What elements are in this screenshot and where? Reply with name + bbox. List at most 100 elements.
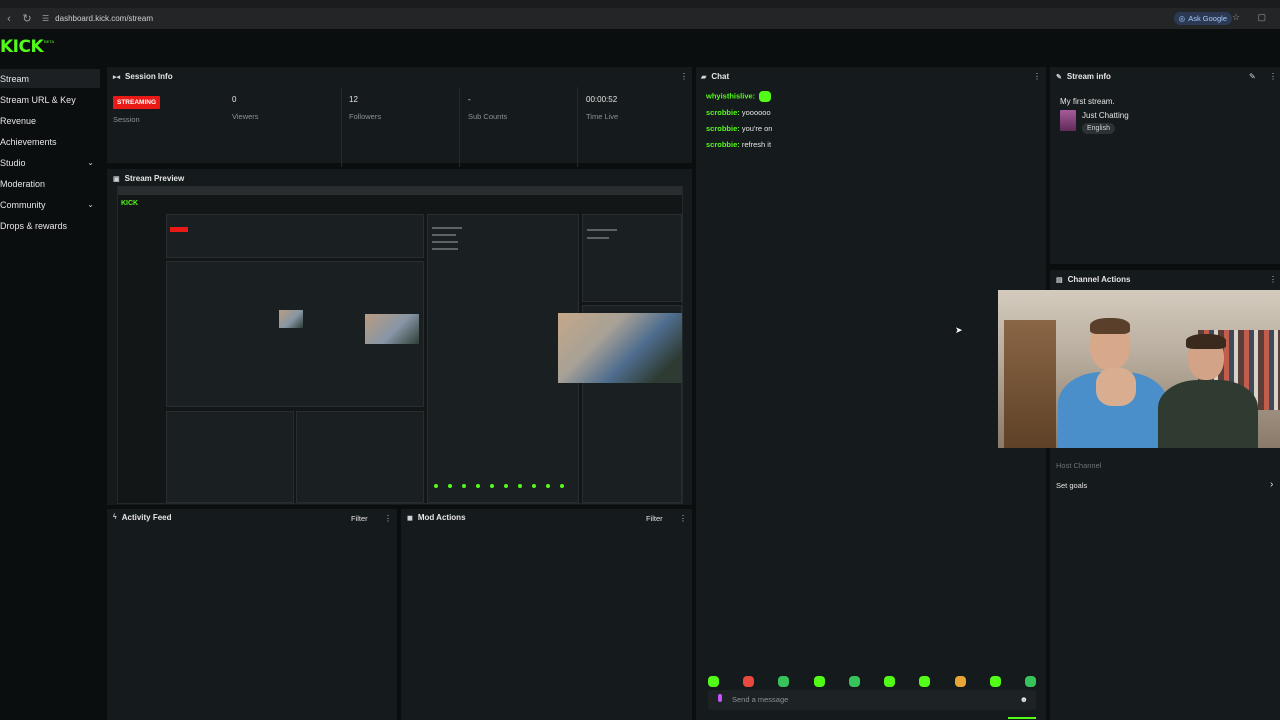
- url-text: dashboard.kick.com/stream: [55, 14, 153, 23]
- sidebar-item-label: Moderation: [0, 178, 46, 189]
- stat-value-time-live: 00:00:52: [586, 95, 618, 104]
- emote-button[interactable]: [919, 676, 931, 687]
- chevron-right-icon[interactable]: ›: [1270, 479, 1273, 490]
- panel-title: Chat: [711, 72, 730, 81]
- filter-button[interactable]: Filter: [351, 514, 368, 523]
- stat-value-followers: 12: [349, 95, 358, 104]
- sidebar-item-studio[interactable]: Studio ⌄: [0, 153, 100, 172]
- actions-icon: ▤: [1056, 276, 1063, 284]
- preview-emote: [546, 484, 550, 488]
- preview-emote: [462, 484, 466, 488]
- divider: [577, 87, 578, 167]
- chat-message: whyisthislive:: [706, 91, 772, 102]
- stat-label-time-live: Time Live: [586, 112, 619, 121]
- more-options-icon[interactable]: ⋮: [680, 72, 688, 81]
- webcam-person-hair: [1090, 318, 1130, 334]
- session-info-panel: ▸◂ Session Info ⋮ STREAMING Session 0 Vi…: [107, 67, 692, 167]
- extensions-icon[interactable]: ▢: [1257, 12, 1266, 23]
- preview-session-info: [166, 214, 424, 258]
- emote-button[interactable]: [813, 676, 825, 687]
- emote-button[interactable]: [743, 676, 755, 687]
- stream-preview-panel: ▣ Stream Preview KICK: [107, 169, 692, 505]
- emote-button[interactable]: [1024, 676, 1036, 687]
- beta-label: BETA: [44, 39, 55, 44]
- more-options-icon[interactable]: ⋮: [384, 514, 392, 523]
- chat-message: scrobbie: yoooooo: [706, 108, 771, 117]
- sidebar-item-revenue[interactable]: Revenue: [0, 111, 100, 130]
- activity-feed-panel: ϟ Activity Feed Filter ⋮: [107, 509, 397, 720]
- stat-value-viewers: 0: [232, 95, 237, 104]
- sidebar-item-stream-url-key[interactable]: Stream URL & Key: [0, 90, 100, 109]
- kick-logo[interactable]: KICK: [0, 37, 44, 57]
- sidebar: Stream Stream URL & Key Revenue Achievem…: [0, 65, 104, 720]
- preview-nested-cam: [279, 310, 303, 328]
- sidebar-item-drops-rewards[interactable]: Drops & rewards: [0, 216, 100, 235]
- chat-message: scrobbie: you're on: [706, 124, 772, 133]
- preview-browser-bar: [118, 187, 682, 195]
- send-button[interactable]: [1008, 717, 1036, 719]
- session-label: Session: [113, 115, 140, 124]
- more-options-icon[interactable]: ⋮: [1269, 72, 1277, 81]
- panel-title: Session Info: [125, 72, 173, 81]
- chat-username[interactable]: scrobbie:: [706, 108, 740, 117]
- mic-icon[interactable]: [718, 694, 722, 702]
- more-options-icon[interactable]: ⋮: [1269, 275, 1277, 284]
- chat-bubble-icon: ▰: [701, 73, 707, 81]
- preview-chat-line: [432, 248, 458, 250]
- edit-icon[interactable]: ✎: [1249, 72, 1256, 81]
- sidebar-item-label: Drops & rewards: [0, 220, 68, 231]
- bookmark-star-icon[interactable]: ☆: [1232, 12, 1240, 23]
- stat-label-viewers: Viewers: [232, 112, 259, 121]
- stat-label-followers: Followers: [349, 112, 382, 121]
- webcam-person-body: [1158, 380, 1258, 448]
- preview-nested-preview: [166, 261, 424, 407]
- emote-button[interactable]: [708, 676, 719, 687]
- sidebar-item-label: Stream URL & Key: [0, 94, 76, 105]
- filter-button[interactable]: Filter: [646, 514, 663, 523]
- preview-chat-line: [432, 241, 458, 243]
- emote-button[interactable]: [989, 676, 1001, 687]
- status-badge: STREAMING: [113, 96, 160, 109]
- sidebar-item-community[interactable]: Community ⌄: [0, 195, 100, 214]
- more-options-icon[interactable]: ⋮: [1033, 72, 1041, 81]
- stat-label-sub-counts: Sub Counts: [468, 112, 508, 121]
- browser-toolbar: ‹ ↻ ☰ dashboard.kick.com/stream ◎ Ask Go…: [0, 8, 1280, 29]
- lens-icon: ◎: [1178, 14, 1186, 23]
- preview-emote: [518, 484, 522, 488]
- emote-button[interactable]: [884, 676, 896, 687]
- back-icon[interactable]: ‹: [0, 13, 18, 25]
- emote-button[interactable]: [848, 676, 860, 687]
- preview-emote: [490, 484, 494, 488]
- more-options-icon[interactable]: ⋮: [679, 514, 687, 523]
- chat-username[interactable]: scrobbie:: [706, 140, 740, 149]
- language-tag: English: [1082, 123, 1115, 134]
- chat-username[interactable]: whyisthislive:: [706, 91, 755, 100]
- chat-panel: ▰ Chat ⋮ whyisthislive: scrobbie: yooooo…: [696, 67, 1046, 720]
- chat-input[interactable]: [732, 695, 1012, 704]
- sidebar-item-achievements[interactable]: Achievements: [0, 132, 100, 151]
- chat-username[interactable]: scrobbie:: [706, 124, 740, 133]
- reload-icon[interactable]: ↻: [18, 12, 36, 25]
- sidebar-item-moderation[interactable]: Moderation: [0, 174, 100, 193]
- webcam-overlay[interactable]: [998, 290, 1280, 448]
- site-info-icon[interactable]: ☰: [42, 14, 49, 23]
- host-channel-action[interactable]: Host Channel: [1056, 461, 1101, 470]
- webcam-person-hair: [1186, 334, 1226, 349]
- lightning-icon: ϟ: [113, 514, 117, 521]
- panel-header: ▰ Chat: [701, 72, 729, 81]
- preview-stream-info: [582, 214, 682, 302]
- emote-button[interactable]: [778, 676, 790, 687]
- address-bar[interactable]: ☰ dashboard.kick.com/stream: [42, 14, 153, 23]
- category-name: Just Chatting: [1082, 111, 1129, 120]
- set-goals-action[interactable]: Set goals: [1056, 481, 1087, 490]
- emote-button[interactable]: [954, 676, 966, 687]
- panel-title: Mod Actions: [417, 513, 466, 522]
- emoji-picker-icon[interactable]: ☻: [1020, 695, 1028, 704]
- panel-title: Stream info: [1066, 72, 1111, 81]
- preview-activity-feed: [166, 411, 294, 503]
- chevron-down-icon: ⌄: [87, 158, 94, 167]
- sidebar-item-stream[interactable]: Stream: [0, 69, 100, 88]
- stream-preview-video[interactable]: KICK: [117, 186, 683, 504]
- divider: [459, 87, 460, 167]
- ask-google-button[interactable]: ◎ Ask Google: [1173, 12, 1232, 25]
